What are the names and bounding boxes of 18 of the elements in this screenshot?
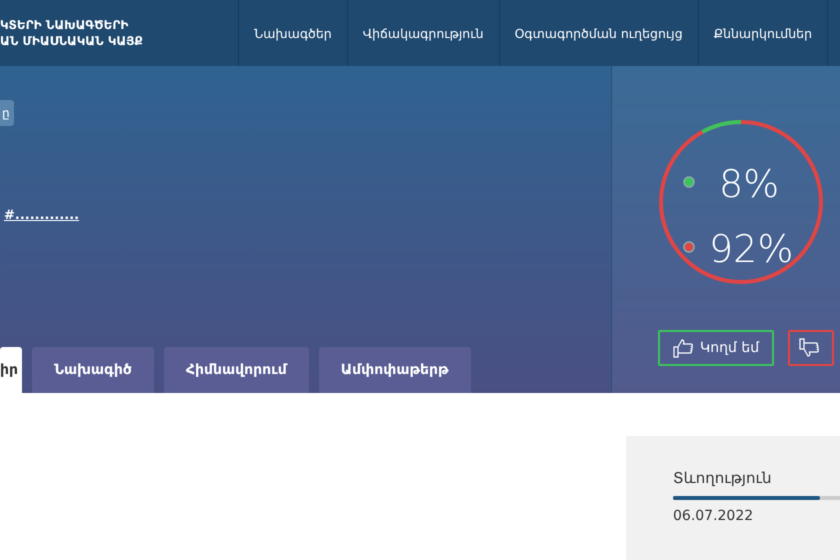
against-percent: 92% xyxy=(709,227,794,271)
tab[interactable]: Նախագիծ xyxy=(32,347,154,393)
date-text: 06.07.2022 xyxy=(673,508,754,524)
number-link[interactable]: #............. xyxy=(4,208,80,223)
site-title: ԿՏԵՐԻ ՆԱԽԱԳԾԵՐԻ xyxy=(0,17,130,33)
site-title: ԱՆ ՄԻԱՍՆԱԿԱՆ ԿԱՅՔ xyxy=(0,33,143,49)
tab[interactable]: Հիմնավորում xyxy=(164,347,309,393)
duration-label: Տևողություն xyxy=(673,469,772,487)
oppose-button[interactable] xyxy=(788,330,834,366)
thumbs-up-icon xyxy=(672,337,694,359)
support-button[interactable]: Կողմ եմ xyxy=(658,330,774,366)
for-percent: 8% xyxy=(719,162,780,206)
for-dot-icon xyxy=(683,176,695,188)
against-dot-icon xyxy=(683,241,695,253)
thumbs-down-icon xyxy=(798,337,820,359)
tab[interactable]: Ամփոփաթերթ xyxy=(318,347,471,393)
status-tag: ը xyxy=(0,100,14,126)
tab[interactable]: իր xyxy=(0,347,22,393)
